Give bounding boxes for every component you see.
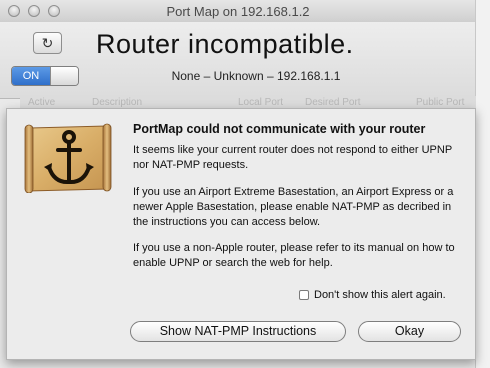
window-title: Port Map on 192.168.1.2: [166, 4, 310, 19]
alert-paragraph: If you use an Airport Extreme Basestatio…: [133, 186, 454, 228]
portmap-on-toggle[interactable]: ON: [11, 66, 79, 86]
dont-show-again-label: Don't show this alert again.: [314, 289, 446, 301]
title-bar: Port Map on 192.168.1.2: [0, 0, 476, 22]
refresh-icon: ↻: [41, 35, 54, 51]
column-header-local-port[interactable]: Local Port: [238, 97, 283, 108]
toggle-on-label: ON: [12, 67, 50, 85]
background-window-edge: [475, 0, 490, 368]
alert-heading: PortMap could not communicate with your …: [133, 122, 426, 136]
status-title: Router incompatible.: [96, 29, 354, 59]
column-header-public-port[interactable]: Public Port: [416, 97, 464, 108]
dont-show-again-row[interactable]: Don't show this alert again.: [299, 289, 446, 301]
show-nat-pmp-instructions-button[interactable]: Show NAT-PMP Instructions: [130, 321, 346, 342]
okay-button[interactable]: Okay: [358, 321, 461, 342]
column-header-description[interactable]: Description: [92, 97, 142, 108]
column-header-desired-port[interactable]: Desired Port: [305, 97, 361, 108]
alert-paragraph: It seems like your current router does n…: [133, 144, 452, 171]
alert-sheet: PortMap could not communicate with your …: [6, 108, 476, 360]
dont-show-again-checkbox[interactable]: [299, 290, 309, 300]
toggle-knob: [50, 67, 78, 85]
router-info-subtitle: None – Unknown – 192.168.1.1: [171, 69, 341, 83]
alert-paragraph: If you use a non-Apple router, please re…: [133, 242, 455, 269]
column-header-active[interactable]: Active: [28, 97, 55, 108]
refresh-button[interactable]: ↻: [33, 32, 62, 54]
scroll-anchor-icon: [24, 123, 112, 193]
